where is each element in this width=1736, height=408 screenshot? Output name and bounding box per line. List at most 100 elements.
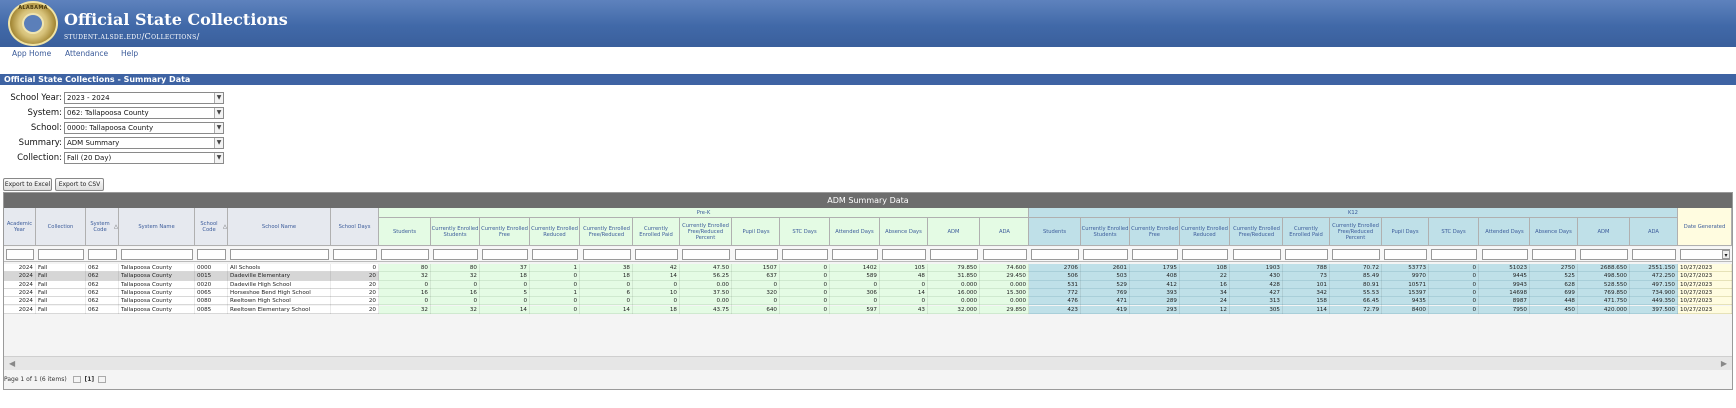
grid-line [1428, 264, 1429, 314]
col-header-k12-currently-enrolled-reduced[interactable]: Currently Enrolled Reduced [1180, 218, 1230, 246]
chevron-down-icon[interactable]: ▼ [214, 108, 223, 118]
column-filter-input[interactable] [1182, 249, 1228, 260]
school-year-select[interactable]: 2023 - 2024 ▼ [64, 92, 224, 104]
col-header-k12-attended-days[interactable]: Attended Days [1480, 218, 1530, 246]
column-filter-input[interactable] [635, 249, 678, 260]
col-header-prek-currently-enrolled-free-reduced[interactable]: Currently Enrolled Free/Reduced [581, 218, 633, 246]
column-filter-input[interactable] [1431, 249, 1477, 260]
chevron-down-icon[interactable]: ▾ [1722, 250, 1730, 259]
col-header-prek-pupil-days[interactable]: Pupil Days [733, 218, 780, 246]
column-filter-input[interactable] [121, 249, 193, 260]
grid-line [879, 264, 880, 314]
col-header-prek-stc-days[interactable]: STC Days [780, 218, 830, 246]
scroll-left-icon[interactable]: ◀ [9, 359, 15, 368]
column-filter-input[interactable] [1083, 249, 1128, 260]
chevron-down-icon[interactable]: ▼ [214, 123, 223, 133]
col-header-k12-currently-enrolled-free[interactable]: Currently Enrolled Free [1130, 218, 1180, 246]
collection-select[interactable]: Fall (20 Day) ▼ [64, 152, 224, 164]
column-filter-input[interactable] [482, 249, 528, 260]
summary-select[interactable]: ADM Summary ▼ [64, 137, 224, 149]
column-filter-input[interactable] [6, 249, 34, 260]
col-header-k12-currently-enrolled-students[interactable]: Currently Enrolled Students [1081, 218, 1130, 246]
column-filter-input[interactable] [1233, 249, 1281, 260]
column-filter-input[interactable] [1532, 249, 1576, 260]
column-filter-input[interactable] [882, 249, 926, 260]
column-filter-input[interactable] [782, 249, 828, 260]
col-header-school-code[interactable]: School Code △ [195, 208, 228, 246]
export-csv-button[interactable]: Export to CSV [55, 178, 104, 191]
col-header-k12-currently-enrolled-free-reduced-percent[interactable]: Currently Enrolled Free/Reduced Percent [1330, 218, 1382, 246]
cell-sch-name: Horseshoe Bend High School [230, 289, 311, 296]
cell-prek-value: 0 [873, 281, 877, 288]
grid-line [430, 264, 431, 314]
col-header-prek-ada[interactable]: ADA [981, 218, 1029, 246]
col-header-k12-absence-days[interactable]: Absence Days [1530, 218, 1578, 246]
grid-line [1229, 264, 1230, 314]
nav-attendance[interactable]: Attendance [65, 49, 108, 58]
column-filter-input[interactable] [38, 249, 84, 260]
column-filter-input[interactable] [832, 249, 878, 260]
col-header-date-generated[interactable]: Date Generated [1678, 208, 1732, 246]
column-filter-input[interactable] [197, 249, 226, 260]
col-header-academic-year[interactable]: Academic Year [4, 208, 36, 246]
column-filter-input[interactable] [532, 249, 578, 260]
col-header-k12-currently-enrolled-paid[interactable]: Currently Enrolled Paid [1283, 218, 1330, 246]
column-filter-input[interactable] [433, 249, 478, 260]
scroll-right-icon[interactable]: ▶ [1721, 359, 1727, 368]
col-header-k12-stc-days[interactable]: STC Days [1429, 218, 1479, 246]
grid-title: ADM Summary Data [4, 193, 1732, 208]
sort-asc-icon[interactable]: △ [114, 224, 118, 230]
column-filter-input[interactable] [930, 249, 978, 260]
col-header-k12-pupil-days[interactable]: Pupil Days [1382, 218, 1429, 246]
column-filter-input[interactable] [1384, 249, 1427, 260]
col-header-k12-ada[interactable]: ADA [1630, 218, 1678, 246]
col-header-prek-absence-days[interactable]: Absence Days [880, 218, 928, 246]
chevron-down-icon[interactable]: ▼ [214, 138, 223, 148]
page-current[interactable]: [1] [85, 376, 95, 383]
chevron-down-icon[interactable]: ▼ [214, 153, 223, 163]
column-filter-input[interactable] [983, 249, 1027, 260]
col-header-k12-currently-enrolled-free-reduced[interactable]: Currently Enrolled Free/Reduced [1231, 218, 1283, 246]
col-header-prek-currently-enrolled-reduced[interactable]: Currently Enrolled Reduced [530, 218, 580, 246]
col-header-prek-currently-enrolled-students[interactable]: Currently Enrolled Students [431, 218, 480, 246]
nav-app-home[interactable]: App Home [12, 49, 51, 58]
export-excel-button[interactable]: Export to Excel [3, 178, 52, 191]
column-filter-input[interactable] [1285, 249, 1328, 260]
chevron-down-icon[interactable]: ▼ [214, 93, 223, 103]
school-select[interactable]: 0000: Tallapoosa County ▼ [64, 122, 224, 134]
column-filter-input[interactable] [583, 249, 631, 260]
col-header-prek-students[interactable]: Students [379, 218, 431, 246]
column-filter-input[interactable] [1132, 249, 1178, 260]
col-header-k12-adm[interactable]: ADM [1578, 218, 1630, 246]
col-header-prek-adm[interactable]: ADM [928, 218, 980, 246]
col-header-prek-currently-enrolled-free[interactable]: Currently Enrolled Free [480, 218, 530, 246]
next-page-button[interactable] [98, 376, 107, 383]
col-header-prek-attended-days[interactable]: Attended Days [830, 218, 880, 246]
col-header-school-days[interactable]: School Days [331, 208, 379, 246]
col-header-k12-students[interactable]: Students [1029, 218, 1081, 246]
column-filter-input[interactable] [1332, 249, 1380, 260]
col-header-system-name[interactable]: System Name [119, 208, 195, 246]
column-filter-input[interactable] [682, 249, 730, 260]
horizontal-scrollbar[interactable]: ◀ ▶ [4, 356, 1732, 370]
col-header-prek-currently-enrolled-paid[interactable]: Currently Enrolled Paid [633, 218, 680, 246]
sort-asc-icon[interactable]: △ [223, 224, 227, 230]
column-filter-input[interactable] [1632, 249, 1676, 260]
column-filter-input[interactable] [230, 249, 329, 260]
system-select[interactable]: 062: Tallapoosa County ▼ [64, 107, 224, 119]
nav-help[interactable]: Help [121, 49, 138, 58]
col-header-prek-currently-enrolled-free-reduced-percent[interactable]: Currently Enrolled Free/Reduced Percent [680, 218, 732, 246]
column-filter-input[interactable] [1580, 249, 1628, 260]
column-filter-input[interactable] [1031, 249, 1079, 260]
cell-k12-value: 16 [1219, 281, 1227, 288]
column-filter-input[interactable] [735, 249, 778, 260]
column-filter-input[interactable] [381, 249, 429, 260]
cell-k12-value: 471 [1116, 298, 1127, 305]
prev-page-button[interactable] [72, 376, 81, 383]
col-header-school-name[interactable]: School Name [228, 208, 331, 246]
column-filter-input[interactable] [88, 249, 117, 260]
col-header-collection[interactable]: Collection [36, 208, 86, 246]
col-header-system-code[interactable]: System Code △ [86, 208, 119, 246]
column-filter-input[interactable] [1482, 249, 1528, 260]
column-filter-input[interactable] [333, 249, 377, 260]
